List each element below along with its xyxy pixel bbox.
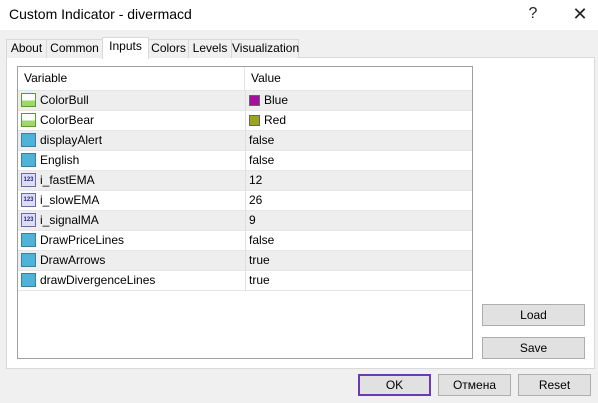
variable-name: i_fastEMA [40,173,95,187]
variable-cell: DrawArrows [18,251,244,271]
int-icon: 123 [21,173,36,187]
variable-name: displayAlert [40,133,103,147]
cancel-button[interactable]: Отмена [438,374,511,396]
variable-cell: 123 i_slowEMA [18,191,244,211]
variable-name: DrawPriceLines [40,233,125,247]
variable-cell: DrawPriceLines [18,231,244,251]
variable-cell: drawDivergenceLines [18,271,244,291]
bool-icon [21,273,36,287]
variable-name: i_slowEMA [40,193,100,207]
load-button[interactable]: Load [482,304,585,326]
grid-row-drawdivergencelines[interactable]: drawDivergenceLines true [18,271,472,291]
variable-cell: 123 i_fastEMA [18,171,244,191]
value-cell[interactable]: false [245,151,472,171]
value-text: 12 [249,173,263,187]
value-text: Blue [264,93,289,107]
tab-visualization[interactable]: Visualization [231,39,299,58]
value-cell[interactable]: 9 [245,211,472,231]
variable-cell: English [18,151,244,171]
value-text: false [249,233,275,247]
variable-name: ColorBull [40,93,89,107]
bool-icon [21,133,36,147]
grid-header: Variable Value [18,67,472,91]
tab-inputs[interactable]: Inputs [102,37,149,59]
column-header-variable[interactable]: Variable [18,67,244,90]
variable-name: i_signalMA [40,213,99,227]
title-bar: Custom Indicator - divermacd ? ✕ [0,0,598,30]
color-icon [21,113,36,127]
bool-icon [21,153,36,167]
grid-row-english[interactable]: English false [18,151,472,171]
value-text: false [249,153,275,167]
ok-button[interactable]: OK [358,374,431,396]
value-text: true [249,253,270,267]
help-button[interactable]: ? [519,3,547,25]
int-icon: 123 [21,193,36,207]
close-button[interactable]: ✕ [566,3,594,25]
value-cell[interactable]: 26 [245,191,472,211]
value-cell[interactable]: true [245,271,472,291]
value-text: 9 [249,213,256,227]
variable-cell: displayAlert [18,131,244,151]
column-header-value[interactable]: Value [245,67,472,90]
tab-levels[interactable]: Levels [188,39,232,58]
value-text: 26 [249,193,263,207]
inputs-grid[interactable]: Variable Value ColorBull Blue ColorBear … [17,66,473,359]
grid-row-drawarrows[interactable]: DrawArrows true [18,251,472,271]
value-text: Red [264,113,287,127]
value-text: false [249,133,275,147]
value-cell[interactable]: 12 [245,171,472,191]
grid-row-drawpricelines[interactable]: DrawPriceLines false [18,231,472,251]
window-title: Custom Indicator - divermacd [9,6,192,22]
variable-name: DrawArrows [40,253,106,267]
value-cell[interactable]: false [245,231,472,251]
color-swatch[interactable] [249,115,260,126]
value-cell[interactable]: Red [245,111,472,131]
variable-name: drawDivergenceLines [40,273,156,287]
tab-about[interactable]: About [6,39,47,58]
color-icon [21,93,36,107]
reset-button[interactable]: Reset [518,374,591,396]
grid-row-i-slowema[interactable]: 123 i_slowEMA 26 [18,191,472,211]
bool-icon [21,233,36,247]
grid-row-colorbear[interactable]: ColorBear Red [18,111,472,131]
value-text: true [249,273,270,287]
value-cell[interactable]: true [245,251,472,271]
tab-colors[interactable]: Colors [148,39,189,58]
grid-row-colorbull[interactable]: ColorBull Blue [18,91,472,111]
tab-common[interactable]: Common [46,39,103,58]
variable-cell: ColorBear [18,111,244,131]
int-icon: 123 [21,213,36,227]
grid-row-displayalert[interactable]: displayAlert false [18,131,472,151]
variable-name: English [40,153,80,167]
value-cell[interactable]: false [245,131,472,151]
bool-icon [21,253,36,267]
value-cell[interactable]: Blue [245,91,472,111]
color-swatch[interactable] [249,95,260,106]
variable-name: ColorBear [40,113,95,127]
save-button[interactable]: Save [482,337,585,359]
grid-row-i-signalma[interactable]: 123 i_signalMA 9 [18,211,472,231]
variable-cell: 123 i_signalMA [18,211,244,231]
grid-row-i-fastema[interactable]: 123 i_fastEMA 12 [18,171,472,191]
variable-cell: ColorBull [18,91,244,111]
